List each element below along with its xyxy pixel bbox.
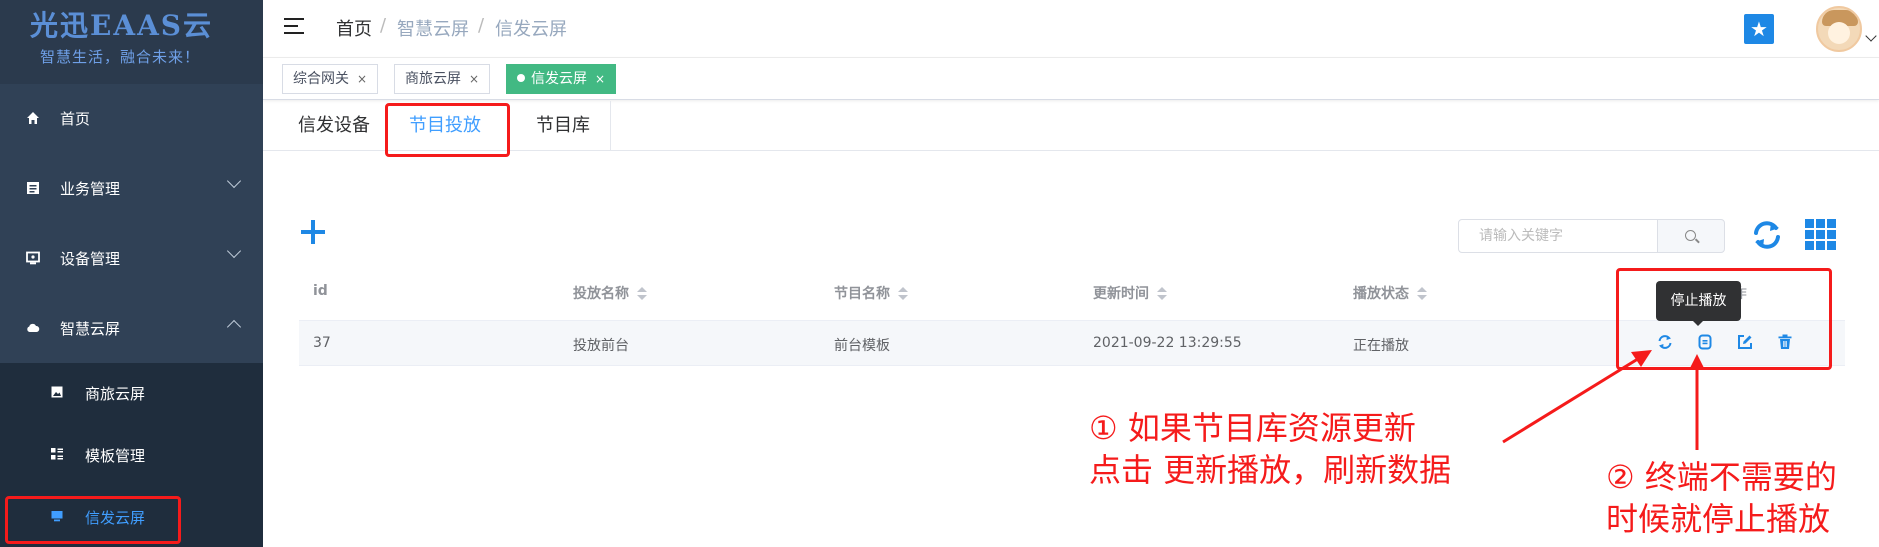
annotation-note-1-line-1: ① 如果节目库资源更新 — [1089, 409, 1416, 447]
annotation-arrows — [1502, 350, 1705, 450]
annotation-note-1-line-2: 点击 更新播放，刷新数据 — [1089, 451, 1452, 489]
annotation-note-2-line-2: 时候就停止播放 — [1606, 500, 1831, 538]
annotation-note-2-line-1: ② 终端不需要的 — [1606, 458, 1837, 496]
